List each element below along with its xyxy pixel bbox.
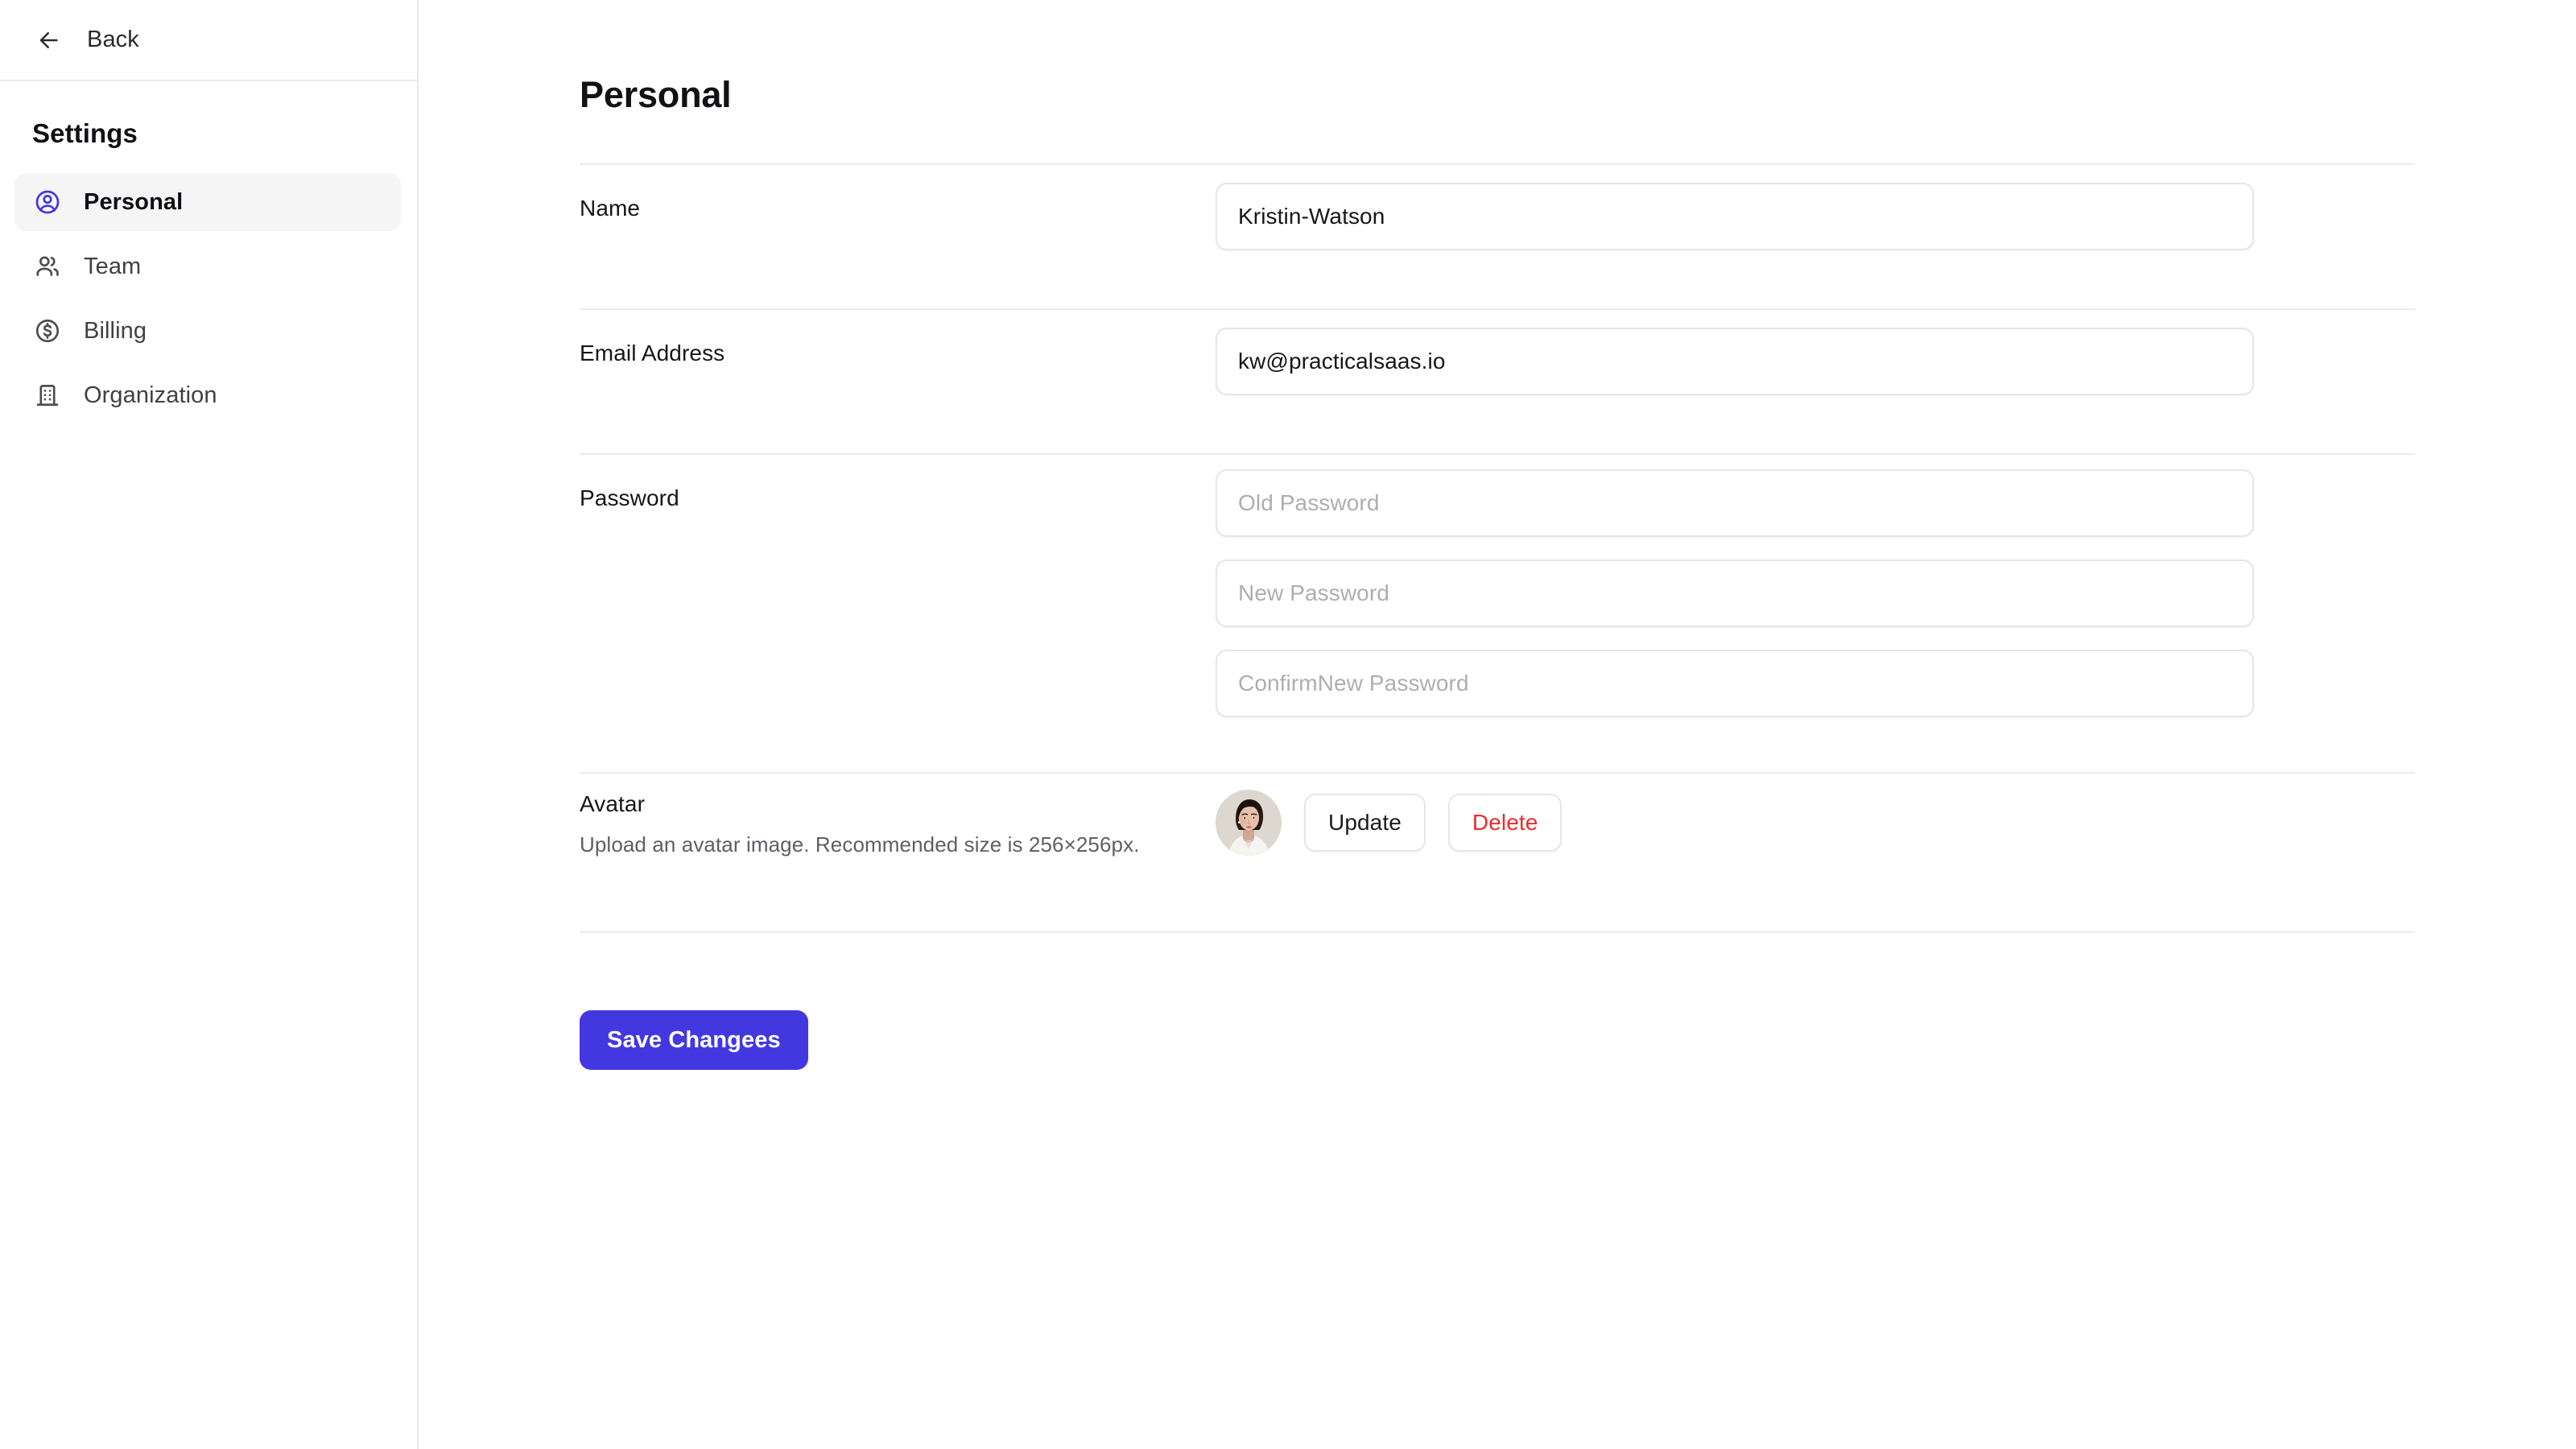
sidebar-item-billing[interactable]: Billing (14, 302, 401, 360)
avatar (1216, 790, 1282, 856)
field-label-col: Email Address (580, 310, 1216, 366)
sidebar-title: Settings (32, 118, 138, 148)
dollar-circle-icon (32, 316, 63, 346)
form-footer: Save Changees (580, 933, 2415, 1070)
field-row-name: Name (580, 165, 2415, 308)
save-changes-button[interactable]: Save Changees (580, 1010, 808, 1070)
sidebar-item-team[interactable]: Team (14, 237, 401, 295)
field-row-email: Email Address (580, 310, 2415, 453)
sidebar: Back Settings Personal Team Billing Orga… (0, 0, 419, 1449)
sidebar-item-organization[interactable]: Organization (14, 366, 401, 424)
field-row-avatar: Avatar Upload an avatar image. Recommend… (580, 774, 2415, 931)
email-label: Email Address (580, 341, 725, 365)
new-password-input[interactable] (1216, 559, 2254, 627)
user-circle-icon (32, 187, 63, 217)
email-input[interactable] (1216, 328, 2254, 395)
sidebar-item-label: Team (84, 253, 142, 279)
avatar-delete-button[interactable]: Delete (1447, 794, 1563, 852)
field-label-col: Name (580, 165, 1216, 221)
settings-page: Back Settings Personal Team Billing Orga… (0, 0, 2576, 1449)
sidebar-item-label: Billing (84, 317, 147, 344)
sidebar-item-personal[interactable]: Personal (14, 173, 401, 231)
field-label-col: Password (580, 455, 1216, 511)
field-label-col: Avatar Upload an avatar image. Recommend… (580, 774, 1216, 857)
page-title: Personal (580, 74, 732, 115)
sidebar-nav: Personal Team Billing Organization (0, 173, 417, 431)
avatar-label: Avatar (580, 791, 646, 816)
field-input-col (1216, 455, 2415, 717)
password-label: Password (580, 485, 679, 510)
avatar-controls: Update Delete (1216, 790, 2415, 856)
field-row-password: Password (580, 455, 2415, 772)
sidebar-item-label: Personal (84, 188, 184, 215)
field-input-col (1216, 310, 2415, 395)
personal-settings-form: Name Email Address Passwor (580, 163, 2415, 1070)
old-password-input[interactable] (1216, 469, 2254, 537)
avatar-description: Upload an avatar image. Recommended size… (580, 832, 1140, 857)
back-button[interactable]: Back (0, 0, 417, 81)
confirm-password-input[interactable] (1216, 650, 2254, 717)
main-content: Personal Name Email Address (419, 0, 2576, 1449)
field-input-col (1216, 165, 2415, 250)
field-input-col: Update Delete (1216, 774, 2415, 856)
name-input[interactable] (1216, 183, 2254, 250)
sidebar-item-label: Organization (84, 382, 217, 408)
name-label: Name (580, 196, 641, 221)
building-icon (32, 380, 63, 411)
avatar-update-button[interactable]: Update (1304, 794, 1426, 852)
arrow-left-icon (32, 23, 66, 57)
users-icon (32, 251, 63, 282)
back-label: Back (87, 27, 139, 52)
